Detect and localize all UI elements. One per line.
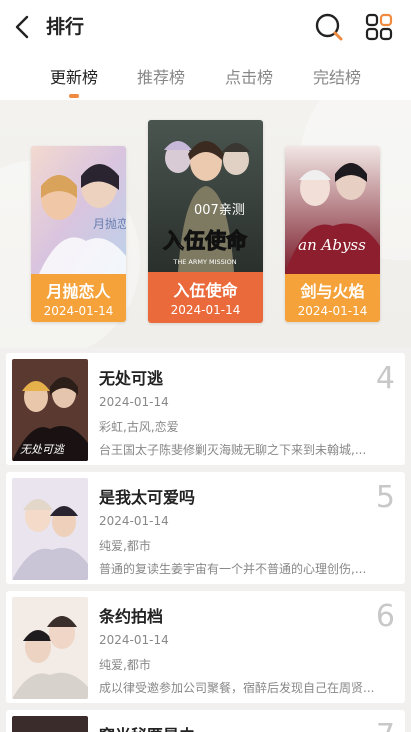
list-item[interactable]: 是我太可爱吗 2024-01-14 纯爱,都市 普通的复读生姜宇宙有一个并不普通… xyxy=(6,472,405,584)
list-item-desc: 普通的复读生姜宇宙有一个并不普通的心理创伤,... xyxy=(99,562,367,576)
cover-title-text: 入伍使命 xyxy=(163,229,248,253)
cover-image xyxy=(12,716,88,732)
list-item[interactable]: 窥光秘匿是由 7 xyxy=(6,710,405,732)
list-item-date: 2024-01-14 xyxy=(99,514,169,528)
list-item-title: 无处可逃 xyxy=(99,369,164,388)
featured-caption: 剑与火焰 2024-01-14 xyxy=(285,274,380,322)
cover-image: 无处可逃 xyxy=(12,359,88,461)
featured-date: 2024-01-14 xyxy=(170,303,241,317)
featured-name: 月抛恋人 xyxy=(46,282,111,301)
app-header: 排行 xyxy=(0,0,411,54)
list-item[interactable]: 条约拍档 2024-01-14 纯爱,都市 成以律受邀参加公司聚餐，宿醉后发现自… xyxy=(6,591,405,703)
cover-subtitle-text: THE ARMY MISSION xyxy=(172,258,236,266)
list-item-title: 窥光秘匿是由 xyxy=(99,722,195,732)
back-button[interactable] xyxy=(10,12,38,42)
list-thumbnail xyxy=(12,716,88,732)
featured-card-2[interactable]: 月抛恋人 月抛恋人 2024-01-14 xyxy=(31,146,126,322)
search-icon xyxy=(315,13,343,41)
featured-name: 剑与火焰 xyxy=(300,282,365,301)
featured-top3: 月抛恋人 月抛恋人 2024-01-14 007亲测 入伍使命 xyxy=(0,100,411,348)
list-item-date: 2024-01-14 xyxy=(99,395,169,409)
list-thumbnail xyxy=(12,478,88,580)
list-item-rank: 4 xyxy=(375,361,395,396)
featured-caption: 月抛恋人 2024-01-14 xyxy=(31,274,126,322)
cover-image xyxy=(12,478,88,580)
tab-click[interactable]: 点击榜 xyxy=(212,64,286,88)
featured-name: 入伍使命 xyxy=(173,281,238,300)
search-button[interactable] xyxy=(314,12,344,42)
grid-icon xyxy=(365,13,393,41)
featured-date: 2024-01-14 xyxy=(43,304,114,318)
tab-recommend[interactable]: 推荐榜 xyxy=(124,64,198,88)
list-item-rank: 5 xyxy=(375,480,395,515)
list-item-desc: 台王国太子陈斐修剿灭海贼无聊之下来到未翰城,... xyxy=(99,443,367,457)
cover-title-text: 无处可逃 xyxy=(20,443,66,456)
list-thumbnail: 无处可逃 xyxy=(12,359,88,461)
cover-title-text: 月抛恋人 xyxy=(93,216,126,231)
list-item-tags: 纯爱,都市 xyxy=(99,539,151,553)
cover-image: 007亲测 入伍使命 THE ARMY MISSION xyxy=(148,120,263,272)
chevron-left-icon xyxy=(15,15,29,39)
page-title: 排行 xyxy=(46,16,85,38)
list-thumbnail xyxy=(12,597,88,699)
list-item-desc: 成以律受邀参加公司聚餐，宿醉后发现自己在周贤... xyxy=(99,681,375,695)
tab-update[interactable]: 更新榜 xyxy=(37,64,111,88)
ranking-tabs: 更新榜 推荐榜 点击榜 完结榜 xyxy=(0,54,411,100)
cover-badge-text: 007亲测 xyxy=(194,203,245,218)
list-item[interactable]: 无处可逃 无处可逃 2024-01-14 彩虹,古风,恋爱 台王国太子陈斐修剿灭… xyxy=(6,353,405,465)
tab-active-indicator xyxy=(69,94,79,98)
list-item-title: 条约拍档 xyxy=(99,607,164,626)
cover-image xyxy=(12,597,88,699)
tab-finished[interactable]: 完结榜 xyxy=(300,64,374,88)
cover-image: an Abyss xyxy=(285,146,380,274)
cover-image: 月抛恋人 xyxy=(31,146,126,274)
featured-caption: 入伍使命 2024-01-14 xyxy=(148,272,263,323)
list-item-rank: 6 xyxy=(375,599,395,634)
featured-date: 2024-01-14 xyxy=(297,304,368,318)
list-item-tags: 彩虹,古风,恋爱 xyxy=(99,420,179,434)
category-button[interactable] xyxy=(364,12,394,42)
cover-title-text: an Abyss xyxy=(298,236,366,254)
featured-card-3[interactable]: an Abyss 剑与火焰 2024-01-14 xyxy=(285,146,380,322)
list-item-title: 是我太可爱吗 xyxy=(99,488,196,507)
list-item-date: 2024-01-14 xyxy=(99,633,169,647)
list-item-tags: 纯爱,都市 xyxy=(99,658,151,672)
list-item-rank: 7 xyxy=(376,718,395,732)
featured-card-1[interactable]: 007亲测 入伍使命 THE ARMY MISSION 入伍使命 2024-01… xyxy=(148,120,263,323)
